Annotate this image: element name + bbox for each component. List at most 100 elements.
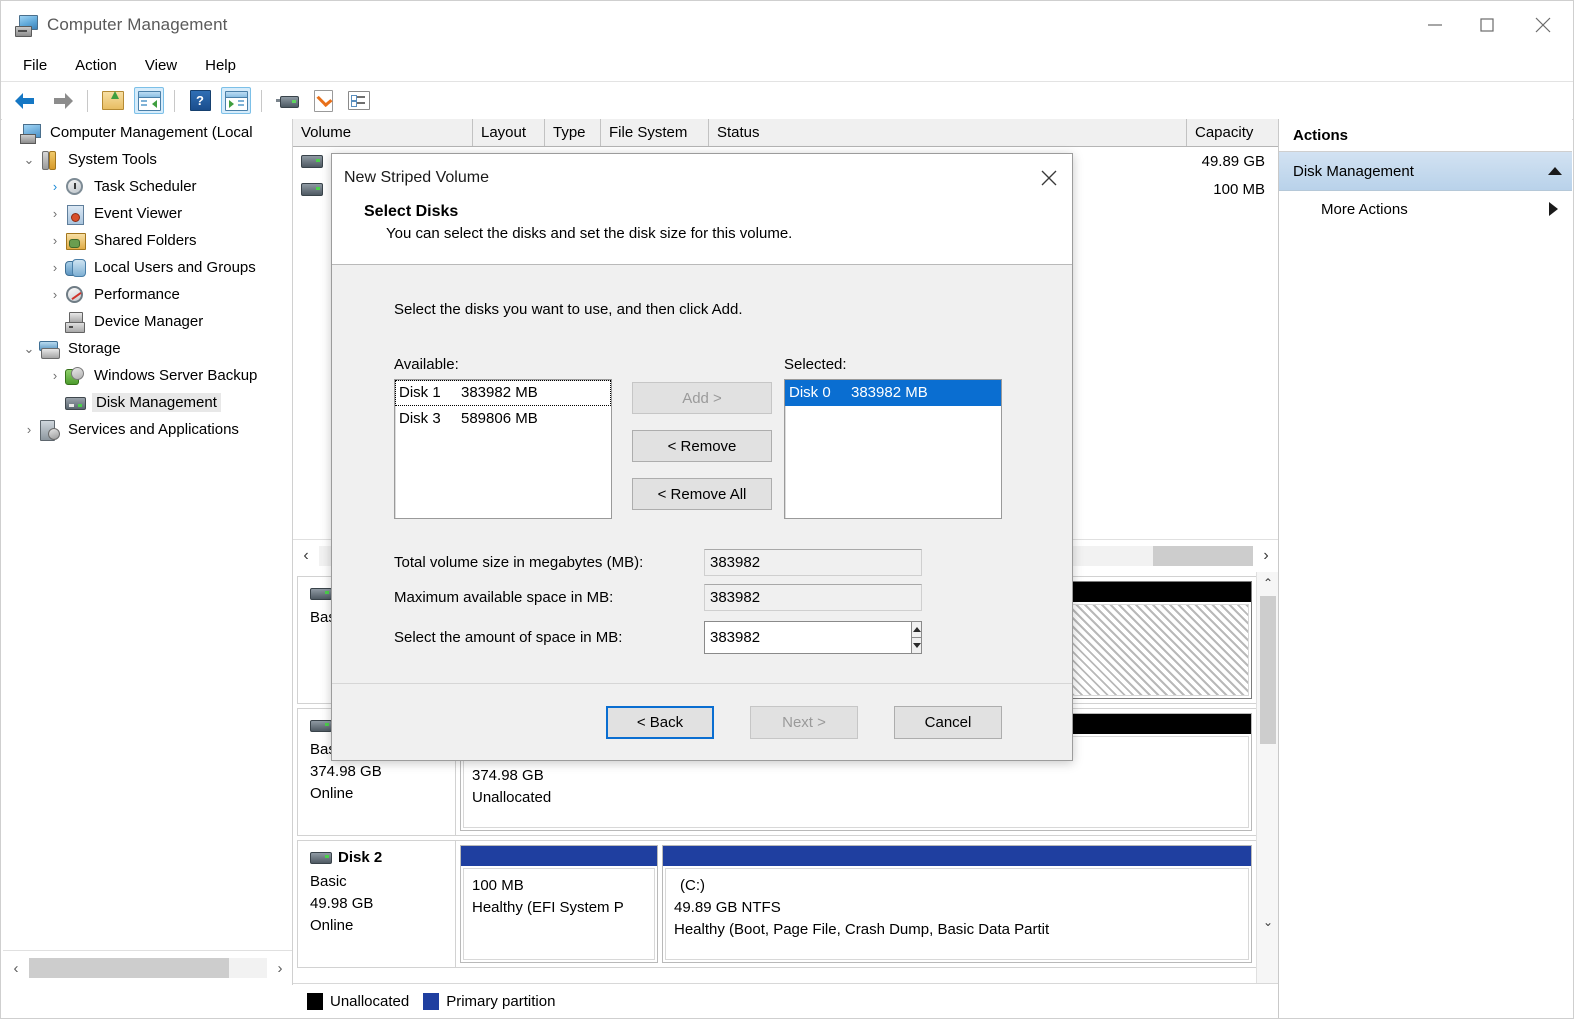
tree-label: Local Users and Groups [92,258,258,277]
disk-view-vertical-scrollbar[interactable]: ⌃ ⌄ [1256,572,1279,985]
tree-label: Device Manager [92,312,205,331]
column-header-layout[interactable]: Layout [473,119,545,146]
caret-up-icon[interactable] [1548,167,1562,175]
menu-file[interactable]: File [9,54,61,77]
scroll-thumb[interactable] [1153,546,1253,566]
back-button[interactable]: < Back [606,706,714,739]
local-users-groups-icon [64,258,86,278]
title-bar: Computer Management [1,1,1573,49]
stepper-down-button[interactable] [911,637,922,654]
scroll-left-icon[interactable]: ‹ [3,960,29,977]
volume-list-header: Volume Layout Type File System Status Ca… [293,119,1279,147]
close-icon[interactable] [1026,155,1072,201]
chevron-down-icon[interactable]: ⌄ [20,341,38,357]
scroll-down-icon[interactable]: ⌄ [1257,911,1279,933]
disk-panel-2[interactable]: Disk 2 Basic 49.98 GB Online 100 MB [297,840,1257,968]
sidebar-item-event-viewer[interactable]: › Event Viewer [2,200,292,227]
sidebar-item-windows-server-backup[interactable]: › Windows Server Backup [2,362,292,389]
sidebar-item-performance[interactable]: › Performance [2,281,292,308]
partition-capacity-bar [461,846,657,866]
cancel-button[interactable]: Cancel [894,706,1002,739]
scroll-up-icon[interactable]: ⌃ [1257,572,1279,594]
column-header-status[interactable]: Status [709,119,1187,146]
add-button[interactable]: Add > [632,382,772,414]
partition-block[interactable]: 100 MB Healthy (EFI System P [460,845,658,963]
actions-group-label: Disk Management [1293,163,1548,180]
maximize-button[interactable] [1461,1,1513,49]
dialog-title-bar: New Striped Volume [332,154,1072,201]
sidebar-item-system-tools[interactable]: ⌄ System Tools [2,146,292,173]
scroll-track[interactable] [29,958,267,978]
column-header-file-system[interactable]: File System [601,119,709,146]
disk-type: Basic [310,871,455,893]
chevron-right-icon[interactable]: › [46,368,64,383]
volume-capacity: 49.89 GB [1173,153,1279,170]
up-one-level-icon[interactable] [98,87,128,114]
chevron-down-icon[interactable]: ⌄ [20,152,38,168]
tree-label: Performance [92,285,182,304]
column-header-capacity[interactable]: Capacity [1187,119,1279,146]
scroll-thumb[interactable] [1260,596,1276,744]
list-item[interactable]: Disk 3 589806 MB [395,406,611,432]
scroll-left-icon[interactable]: ‹ [293,547,319,565]
next-button[interactable]: Next > [750,706,858,739]
chevron-right-icon[interactable]: › [46,287,64,302]
rescan-disks-icon[interactable] [272,87,302,114]
sidebar-item-storage[interactable]: ⌄ Storage [2,335,292,362]
tree-horizontal-scrollbar[interactable]: ‹ › [3,950,293,985]
amount-of-space-input[interactable] [704,621,911,654]
select-amount-of-space-label: Select the amount of space in MB: [394,629,704,646]
show-hide-action-pane-icon[interactable] [221,87,251,114]
forward-icon[interactable] [47,87,77,114]
partition-block[interactable]: (C:) 49.89 GB NTFS Healthy (Boot, Page F… [662,845,1252,963]
actions-pane: Actions Disk Management More Actions [1278,119,1572,1019]
selected-disks-listbox[interactable]: Disk 0 383982 MB [784,379,1002,519]
column-header-volume[interactable]: Volume [293,119,473,146]
tree-root[interactable]: Computer Management (Local [2,119,292,146]
remove-button[interactable]: < Remove [632,430,772,462]
list-item[interactable]: Disk 1 383982 MB [395,380,611,406]
sidebar-item-device-manager[interactable]: Device Manager [2,308,292,335]
scroll-right-icon[interactable]: › [1253,547,1279,565]
list-view-icon[interactable] [344,87,374,114]
list-item[interactable]: Disk 0 383982 MB [785,380,1001,406]
column-header-type[interactable]: Type [545,119,601,146]
show-hide-console-tree-icon[interactable] [134,87,164,114]
chevron-right-icon[interactable]: › [46,179,64,194]
triangle-down-icon [913,643,921,648]
caret-right-icon[interactable] [1549,202,1558,216]
sidebar-item-task-scheduler[interactable]: › Task Scheduler [2,173,292,200]
sidebar-item-services-and-applications[interactable]: › Services and Applications [2,416,292,443]
total-volume-size-label: Total volume size in megabytes (MB): [394,554,704,571]
tree-label: Shared Folders [92,231,199,250]
scroll-right-icon[interactable]: › [267,960,293,977]
partition-size: 100 MB [472,875,646,897]
chevron-right-icon[interactable]: › [46,206,64,221]
minimize-button[interactable] [1409,1,1461,49]
chevron-right-icon[interactable]: › [46,233,64,248]
partition-details: (C:) 49.89 GB NTFS Healthy (Boot, Page F… [665,868,1249,960]
menu-action[interactable]: Action [61,54,131,77]
close-button[interactable] [1513,1,1573,49]
back-icon[interactable] [11,87,41,114]
size-fields: Total volume size in megabytes (MB): 383… [394,545,1072,659]
sidebar-item-local-users-and-groups[interactable]: › Local Users and Groups [2,254,292,281]
help-icon[interactable]: ? [185,87,215,114]
actions-group-disk-management[interactable]: Disk Management [1279,152,1572,191]
scroll-thumb[interactable] [29,958,229,978]
available-disks-listbox[interactable]: Disk 1 383982 MB Disk 3 589806 MB [394,379,612,519]
menu-view[interactable]: View [131,54,191,77]
maximum-available-space-row: Maximum available space in MB: 383982 [394,580,1072,615]
chevron-right-icon[interactable]: › [20,422,38,437]
sidebar-item-disk-management[interactable]: Disk Management [2,389,292,416]
properties-icon[interactable] [308,87,338,114]
chevron-right-icon[interactable]: › [46,260,64,275]
menu-help[interactable]: Help [191,54,250,77]
stepper-up-button[interactable] [911,621,922,637]
sidebar-item-shared-folders[interactable]: › Shared Folders [2,227,292,254]
amount-of-space-stepper[interactable] [704,621,922,654]
disk-transfer-area: Available: Disk 1 383982 MB Disk 3 58980… [394,356,1072,519]
toolbar: ? [1,82,1573,120]
action-more-actions[interactable]: More Actions [1279,191,1572,227]
remove-all-button[interactable]: < Remove All [632,478,772,510]
